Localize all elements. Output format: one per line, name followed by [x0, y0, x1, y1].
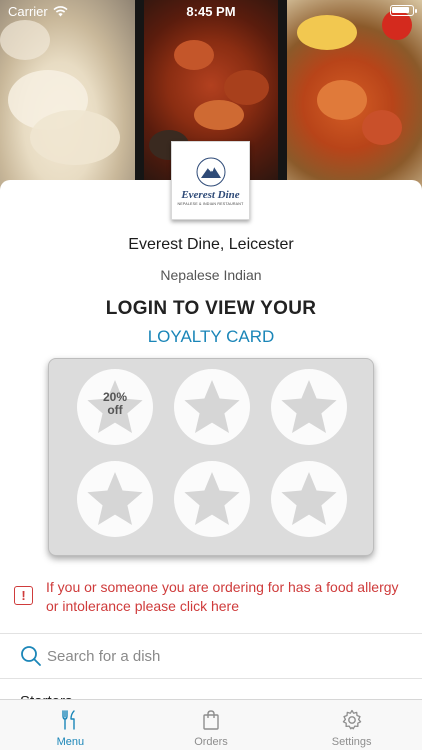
loyalty-card-link[interactable]: LOYALTY CARD	[0, 327, 422, 347]
tab-label: Settings	[331, 736, 372, 748]
loyalty-stamp-6	[271, 461, 347, 537]
fork-knife-icon	[62, 710, 76, 730]
restaurant-logo: Everest Dine NEPALESE & INDIAN RESTAURAN…	[171, 141, 250, 220]
status-bar: Carrier 8:45 PM	[0, 0, 422, 22]
loyalty-stamp-4	[77, 461, 153, 537]
login-prompt-title: LOGIN TO VIEW YOUR	[105, 298, 317, 319]
logo-name: Everest Dine	[181, 188, 240, 201]
alert-icon: !	[14, 586, 33, 605]
restaurant-name: Everest Dine, Leicester	[128, 236, 294, 253]
momo-photo	[0, 0, 135, 190]
star-icon	[281, 380, 337, 433]
tab-label: Orders	[194, 736, 228, 748]
loyalty-stamp-card[interactable]: 20% off	[48, 358, 374, 556]
curry-photo	[287, 0, 422, 190]
logo-subtitle: NEPALESE & INDIAN RESTAURANT	[177, 201, 244, 206]
tab-settings[interactable]: Settings	[281, 700, 422, 750]
gear-icon	[342, 709, 361, 730]
divider	[0, 678, 422, 679]
reward-text: 20% off	[77, 391, 153, 417]
battery-icon	[390, 5, 417, 16]
dish-search-bar[interactable]	[0, 634, 422, 678]
tab-label: Menu	[56, 736, 85, 748]
search-icon	[21, 646, 41, 666]
star-icon	[87, 472, 143, 525]
star-icon	[184, 472, 240, 525]
reward-off: off	[107, 403, 123, 417]
star-icon	[281, 472, 337, 525]
shopping-bag-icon	[203, 710, 219, 730]
cuisine-label: Nepalese Indian	[160, 267, 262, 283]
allergy-notice[interactable]: ! If you or someone you are ordering for…	[14, 578, 414, 616]
battery-level	[392, 7, 409, 13]
status-time: 8:45 PM	[186, 4, 236, 19]
mountain-logo-icon	[196, 157, 225, 186]
allergy-notice-text[interactable]: If you or someone you are ordering for h…	[46, 578, 414, 616]
tab-menu[interactable]: Menu	[0, 700, 141, 750]
loyalty-stamp-5	[174, 461, 250, 537]
loyalty-stamp-3	[271, 369, 347, 445]
loyalty-stamp-1: 20% off	[77, 369, 153, 445]
star-icon	[184, 380, 240, 433]
loyalty-stamp-2	[174, 369, 250, 445]
search-input[interactable]	[47, 642, 407, 670]
tab-orders[interactable]: Orders	[141, 700, 282, 750]
tab-bar: Menu Orders Settings	[0, 699, 422, 750]
